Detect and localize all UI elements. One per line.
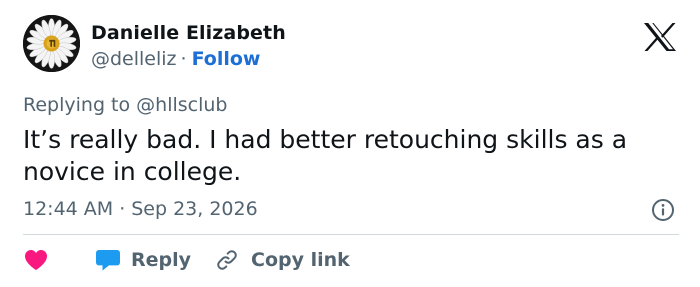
author-name[interactable]: Danielle Elizabeth — [91, 22, 286, 44]
action-bar: Reply Copy link — [23, 246, 683, 274]
copy-link-button[interactable]: Copy link — [215, 246, 350, 274]
replying-to-prefix: Replying to — [23, 94, 137, 116]
divider — [23, 234, 679, 235]
like-button[interactable] — [23, 246, 49, 274]
tweet-embed-card: Danielle Elizabeth @delleliz · Follow Repl… — [0, 0, 700, 287]
copy-link-label: Copy link — [251, 249, 350, 271]
separator-dot: · — [180, 48, 187, 70]
follow-link[interactable]: Follow — [192, 48, 261, 70]
timestamp-separator: · — [119, 198, 126, 220]
reply-button[interactable]: Reply — [95, 246, 191, 274]
replying-to: Replying to @hllsclub — [23, 94, 227, 116]
link-icon — [217, 250, 237, 270]
tweet-time: 12:44 AM — [23, 198, 114, 220]
speech-bubble-icon — [96, 250, 120, 271]
daisy-avatar-image — [23, 15, 80, 72]
tweet-timestamp[interactable]: 12:44 AM · Sep 23, 2026 — [23, 198, 258, 220]
info-icon[interactable] — [651, 198, 675, 222]
avatar[interactable] — [23, 15, 80, 72]
heart-icon — [25, 250, 47, 270]
reply-label: Reply — [131, 249, 192, 271]
tweet-text: It’s really bad. I had better retouching… — [23, 125, 628, 186]
author-handle-row: @delleliz · Follow — [91, 48, 260, 70]
tweet-date: Sep 23, 2026 — [131, 198, 258, 220]
replying-to-handle[interactable]: @hllsclub — [136, 94, 227, 116]
x-logo-icon[interactable] — [643, 22, 677, 52]
author-handle[interactable]: @delleliz — [91, 48, 177, 70]
